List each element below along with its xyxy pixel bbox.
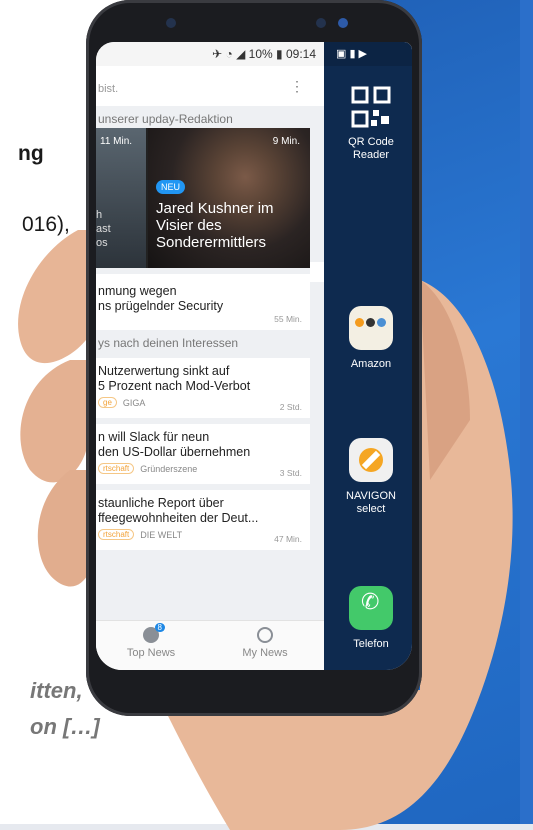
card-source: Gründerszene [140,463,198,474]
smartphone: ✈ ◔ ◢ 10% ▮ 09:14 ▣ ▮ ▶ bist. ⋮ unserer … [86,0,422,716]
card-headline: n will Slack für neun den US-Dollar über… [98,430,251,459]
clock: 09:14 [285,47,316,61]
section-editorial-label: unserer upday-Redaktion [96,106,324,128]
edge-app-navigon[interactable]: NAVIGON select [334,438,408,516]
hero-news-card[interactable]: 11 Min. h ast os 9 Min. NEU Jared Kushne… [96,128,310,268]
qr-code-icon [351,86,391,128]
category-tag: rtschaft [98,529,135,540]
folder-icon [349,306,393,350]
news-card[interactable]: staunliche Report über ffeegewohnheiten … [96,490,310,550]
edge-app-label: NAVIGON select [346,490,396,515]
phone-screen: ✈ ◔ ◢ 10% ▮ 09:14 ▣ ▮ ▶ bist. ⋮ unserer … [96,42,412,670]
tab-top-news-label: Top News [126,647,176,659]
top-news-icon: 8 [143,623,165,643]
tab-my-news[interactable]: My News [220,627,310,659]
card-age: 55 Min. [274,314,302,324]
card-age: 3 Std. [279,468,302,478]
new-badge: NEU [156,180,186,194]
news-card-security[interactable]: nmung wegen ns prügelnder Security 55 Mi… [96,274,310,330]
card-age: 2 Std. [279,402,302,412]
status-indicators: ✈ ◔ ◢ 10% ▮ 09:14 [212,47,316,61]
hero-left-time: 11 Min. [100,136,133,147]
battery-icon: ▮ [276,47,286,61]
hero-headline: Jared Kushner im Visier des Sonderermitt… [156,200,274,251]
edge-status-icons: ▣ ▮ ▶ [324,42,412,66]
overflow-menu-icon[interactable]: ⋮ [290,78,304,95]
edge-app-telefon[interactable]: ✆ Telefon [334,586,408,651]
tab-my-news-label: My News [242,647,288,659]
edge-app-label: Telefon [353,638,389,650]
news-card[interactable]: Nutzerwertung sinkt auf 5 Prozent nach M… [96,358,310,418]
section-interests-label: ys nach deinen Interessen [96,330,324,352]
hero-left-caption: h ast os [96,209,111,249]
top-news-badge: 8 [154,623,165,632]
card-meta: rtschaft Gründerszene [98,463,306,474]
edge-app-label: QR Code Reader [348,136,394,161]
slide-stage: ng 016), itten, on […] ✈ ◔ ◢ 10% ▮ 09:14… [0,0,533,830]
card-age: 47 Min. [274,534,302,544]
my-news-icon [257,627,273,643]
hero-left-thumbnail[interactable]: 11 Min. h ast os [96,128,146,268]
news-card[interactable]: n will Slack für neun den US-Dollar über… [96,424,310,484]
front-camera-icon [316,18,326,28]
upday-news-app: bist. ⋮ unserer upday-Redaktion 11 Min. … [96,66,324,670]
header-hint: bist. [98,83,119,95]
card-meta: ge GIGA [98,397,306,408]
card-headline: nmung wegen ns prügelnder Security [98,284,224,313]
category-tag: ge [98,397,117,408]
battery-percent: 10% [248,47,273,61]
card-source: DIE WELT [140,529,183,540]
navigation-icon [349,438,393,482]
edge-app-label: Amazon [350,358,392,370]
edge-app-amazon[interactable]: Amazon [334,306,408,371]
tab-top-news[interactable]: 8 Top News [106,623,196,659]
phone-top-bezel [86,0,422,40]
hero-time: 9 Min. [272,136,300,147]
card-source: GIGA [122,397,146,408]
edge-panel: QR Code Reader Amazon NAVIGON select ✆ T… [324,66,412,670]
edge-app-qr-code-reader[interactable]: QR Code Reader [334,86,408,162]
front-sensor-icon [166,18,176,28]
phone-icon: ✆ [349,586,393,630]
app-header: bist. ⋮ [96,66,324,106]
signal-icon: ✈ ◔ ◢ [212,47,249,61]
card-headline: staunliche Report über ffeegewohnheiten … [98,496,259,525]
bottom-tab-bar: 8 Top News My News [96,620,324,670]
category-tag: rtschaft [98,463,135,474]
iris-sensor-icon [338,18,348,28]
card-headline: Nutzerwertung sinkt auf 5 Prozent nach M… [98,364,251,393]
